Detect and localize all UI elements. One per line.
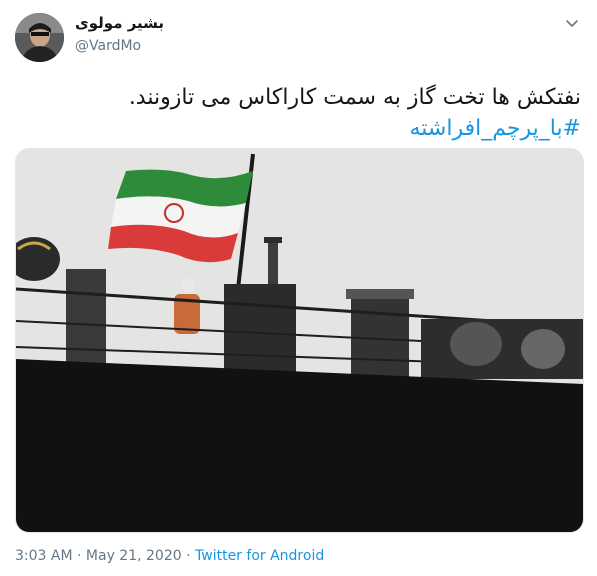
tweet-text: نفتکش ها تخت گاز به سمت کاراکاس می تازون… — [16, 82, 581, 144]
tweet-photo[interactable] — [15, 148, 584, 533]
tweet-body: نفتکش ها تخت گاز به سمت کاراکاس می تازون… — [128, 85, 581, 110]
avatar-image — [15, 13, 64, 62]
tweet-time[interactable]: 3:03 AM — [15, 548, 73, 564]
tweet-card: بشیر مولوی @VardMo نفتکش ها تخت گاز به س… — [0, 0, 597, 576]
user-handle[interactable]: @VardMo — [75, 38, 141, 54]
meta-separator-2: · — [186, 548, 191, 564]
tweet-source-link[interactable]: Twitter for Android — [195, 548, 324, 564]
hashtag-link[interactable]: #با_پرچم_افراشته — [409, 113, 581, 144]
meta-separator: · — [77, 548, 82, 564]
ship-flag-photo — [16, 149, 583, 532]
tweet-date[interactable]: May 21, 2020 — [86, 548, 182, 564]
avatar[interactable] — [15, 13, 64, 62]
display-name[interactable]: بشیر مولوی — [75, 14, 164, 32]
chevron-down-icon[interactable] — [563, 14, 581, 32]
tweet-meta: 3:03 AM · May 21, 2020 · Twitter for And… — [15, 548, 324, 564]
